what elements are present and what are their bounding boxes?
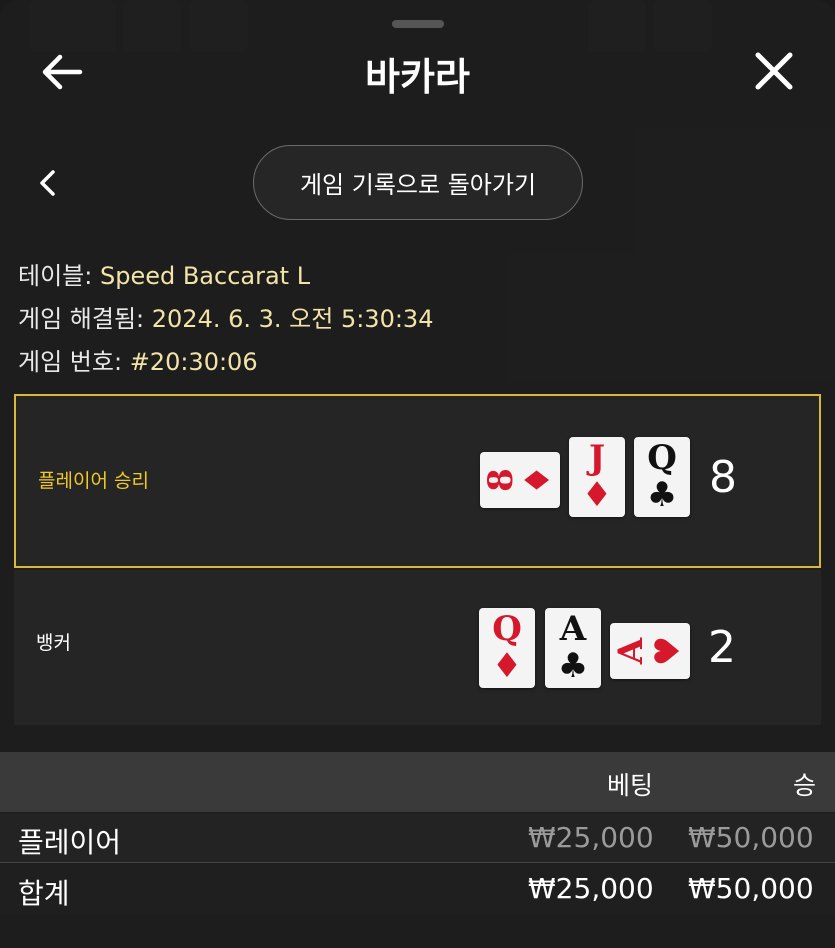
banker-card-3: A ♥ (610, 623, 690, 679)
game-number-value: #20:30:06 (129, 348, 258, 376)
table-row-total: 합계 ₩25,000 ₩50,000 (0, 864, 835, 914)
table-label: 테이블: (18, 262, 93, 290)
game-number-info: 게임 번호: #20:30:06 (18, 342, 258, 377)
page-title: 바카라 (365, 55, 470, 99)
game-number-label: 게임 번호: (18, 348, 123, 376)
total-win-amount: ₩50,000 (688, 872, 814, 905)
resolved-value: 2024. 6. 3. 오전 5:30:34 (151, 305, 434, 333)
card-rank: J (588, 438, 606, 478)
bet-column-header: 베팅 (607, 771, 654, 800)
diamond-suit-icon: ♦ (491, 646, 523, 686)
resolved-label: 게임 해결됨: (18, 305, 145, 333)
table-info: 테이블: Speed Baccarat L (18, 256, 310, 291)
card-rank: A (559, 609, 587, 649)
drag-handle[interactable] (392, 20, 444, 28)
club-suit-icon: ♣ (646, 475, 678, 515)
bet-amount: ₩25,000 (528, 821, 654, 854)
total-label: 합계 (18, 877, 70, 910)
total-bet-amount: ₩25,000 (528, 872, 654, 905)
win-amount: ₩50,000 (688, 821, 814, 854)
resolved-info: 게임 해결됨: 2024. 6. 3. 오전 5:30:34 (18, 299, 433, 334)
player-result-label: 플레이어 승리 (38, 470, 149, 492)
banker-result: 뱅커 Q ♦ A ♣ A ♥ 2 (14, 570, 821, 725)
game-detail-sheet: 바카라 게임 기록으로 돌아가기 테이블: Speed Baccarat L 게… (0, 0, 835, 948)
player-card-1: 8 ♦ (480, 452, 560, 508)
banker-result-label: 뱅커 (36, 632, 71, 654)
diamond-suit-icon: ♦ (518, 464, 558, 496)
card-rank: A (611, 637, 651, 665)
close-icon[interactable] (753, 50, 795, 92)
banker-score: 2 (708, 622, 736, 673)
club-suit-icon: ♣ (557, 646, 589, 686)
back-to-history-button[interactable]: 게임 기록으로 돌아가기 (253, 145, 583, 220)
player-score: 8 (709, 452, 737, 503)
heart-suit-icon: ♥ (648, 635, 688, 667)
player-card-3: Q ♣ (634, 437, 690, 517)
card-rank: Q (647, 438, 677, 478)
player-card-2: J ♦ (569, 437, 625, 517)
bets-table-header: 베팅 승 (0, 752, 835, 812)
win-column-header: 승 (793, 771, 817, 800)
bet-name: 플레이어 (18, 826, 122, 859)
table-row: 플레이어 ₩25,000 ₩50,000 (0, 813, 835, 863)
banker-card-2: A ♣ (545, 608, 601, 688)
chevron-left-icon[interactable] (36, 168, 60, 198)
banker-card-1: Q ♦ (479, 608, 535, 688)
card-rank: 8 (481, 468, 521, 492)
card-rank: Q (492, 609, 522, 649)
table-value: Speed Baccarat L (99, 262, 311, 290)
diamond-suit-icon: ♦ (581, 475, 613, 515)
player-result: 플레이어 승리 8 ♦ J ♦ Q ♣ 8 (14, 394, 821, 568)
